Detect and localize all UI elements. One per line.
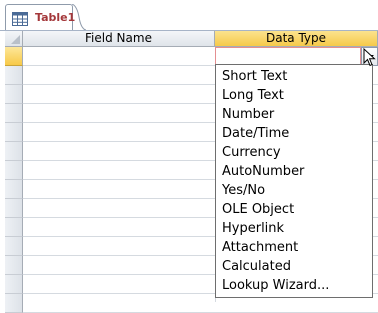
row-selector[interactable] bbox=[5, 85, 23, 104]
select-all-corner[interactable] bbox=[5, 31, 23, 47]
table-icon bbox=[12, 11, 28, 26]
tab-table1[interactable]: Table1 bbox=[5, 4, 76, 31]
dropdown-option[interactable]: Short Text bbox=[222, 67, 287, 86]
row-selector[interactable] bbox=[5, 161, 23, 180]
row-selector[interactable] bbox=[5, 104, 23, 123]
row-selector[interactable] bbox=[5, 256, 23, 275]
dropdown-option[interactable]: Hyperlink bbox=[222, 219, 284, 238]
row-selector[interactable] bbox=[5, 237, 23, 256]
row-selector[interactable] bbox=[5, 47, 23, 66]
dropdown-option[interactable]: Long Text bbox=[222, 86, 284, 105]
row-selector[interactable] bbox=[5, 142, 23, 161]
row-selector[interactable] bbox=[5, 199, 23, 218]
data-type-dropdown-list[interactable]: Short Text Long Text Number Date/Time Curren… bbox=[215, 64, 373, 298]
row-selector[interactable] bbox=[5, 275, 23, 294]
document-tab-strip: Table1 bbox=[0, 0, 378, 31]
row-selector[interactable] bbox=[5, 294, 23, 313]
dropdown-option[interactable]: Yes/No bbox=[222, 181, 265, 200]
dropdown-option[interactable]: AutoNumber bbox=[222, 162, 304, 181]
row-selector[interactable] bbox=[5, 66, 23, 85]
row-selector[interactable] bbox=[5, 123, 23, 142]
data-type-column-header[interactable]: Data Type bbox=[215, 31, 378, 47]
mouse-pointer-icon bbox=[363, 48, 376, 67]
dropdown-option[interactable]: Currency bbox=[222, 143, 281, 162]
dropdown-option[interactable]: Attachment bbox=[222, 238, 298, 257]
tab-label: Table1 bbox=[35, 11, 76, 24]
dropdown-option[interactable]: Date/Time bbox=[222, 124, 289, 143]
row-selector[interactable] bbox=[5, 180, 23, 199]
field-name-column-header[interactable]: Field Name bbox=[23, 31, 215, 47]
tab-edge bbox=[72, 4, 86, 31]
dropdown-option[interactable]: Number bbox=[222, 105, 274, 124]
dropdown-option[interactable]: OLE Object bbox=[222, 200, 294, 219]
dropdown-option[interactable]: Lookup Wizard... bbox=[222, 276, 329, 295]
dropdown-option[interactable]: Calculated bbox=[222, 257, 291, 276]
row-selector[interactable] bbox=[5, 218, 23, 237]
